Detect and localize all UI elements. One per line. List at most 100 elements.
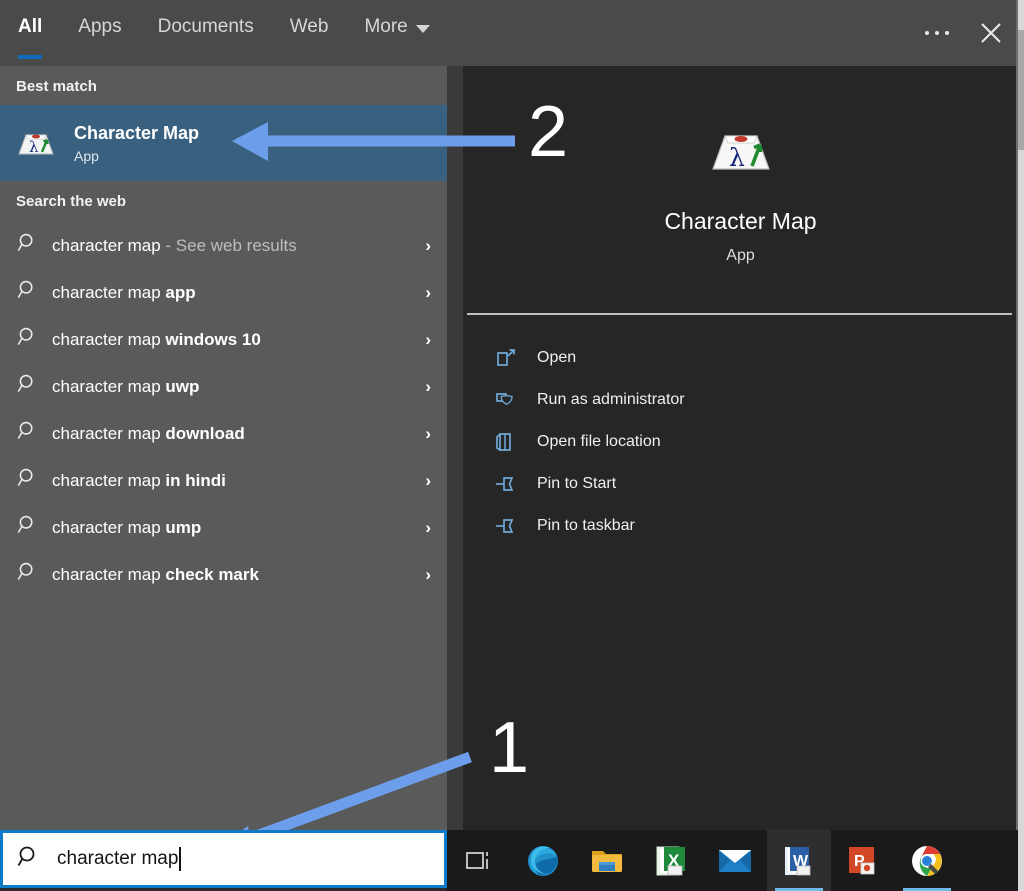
best-match-result-character-map[interactable]: λ Character Map App: [0, 105, 447, 181]
more-options-button[interactable]: [910, 8, 964, 58]
search-input-value: character map: [57, 848, 179, 869]
tab-web[interactable]: Web: [272, 0, 347, 66]
web-suggestion-item[interactable]: character map in hindi ›: [0, 457, 447, 504]
suggestion-query-text: character map: [52, 470, 166, 490]
character-map-app-icon: λ: [14, 121, 58, 165]
chevron-down-icon: [415, 25, 430, 33]
taskbar-item-microsoft-word[interactable]: W: [767, 830, 831, 891]
tab-more-label: More: [364, 16, 408, 37]
preview-app-name: Character Map: [664, 208, 817, 234]
chevron-right-icon[interactable]: ›: [425, 565, 431, 585]
web-suggestion-item[interactable]: character map app ›: [0, 269, 447, 316]
web-suggestion-label: character map check mark: [52, 565, 259, 585]
task-view-icon: [466, 851, 488, 869]
search-icon: [16, 232, 40, 259]
taskbar-search-box[interactable]: character map: [0, 830, 447, 888]
app-action-label: Open file location: [537, 433, 661, 450]
search-icon: [16, 373, 40, 400]
tab-all[interactable]: All: [0, 0, 60, 66]
web-suggestion-item[interactable]: character map uwp ›: [0, 363, 447, 410]
folder-location-icon: [495, 431, 517, 453]
chevron-right-icon[interactable]: ›: [425, 377, 431, 397]
microsoft-excel-icon: X: [656, 846, 685, 875]
search-results-panel: Best match λ Character Map App Search th…: [0, 66, 447, 830]
suggestion-completion-text: windows 10: [165, 329, 261, 349]
suggestion-query-text: character map: [52, 235, 161, 255]
app-action-run-as-administrator[interactable]: Run as administrator: [463, 379, 1018, 421]
window-scrollbar[interactable]: [1018, 0, 1024, 891]
tab-active-underline: [18, 55, 43, 59]
web-suggestion-item[interactable]: character map - See web results ›: [0, 222, 447, 269]
chevron-right-icon[interactable]: ›: [425, 471, 431, 491]
tab-apps[interactable]: Apps: [60, 0, 139, 66]
web-suggestion-item[interactable]: character map check mark ›: [0, 551, 447, 598]
suggestion-completion-text: check mark: [165, 564, 259, 584]
web-suggestion-item[interactable]: character map ump ›: [0, 504, 447, 551]
google-chrome-icon: [912, 845, 942, 876]
suggestion-completion-text: download: [165, 423, 245, 443]
suggestion-completion-text: in hindi: [165, 470, 226, 490]
mail-icon: [719, 849, 751, 872]
best-match-title: Character Map: [74, 122, 200, 143]
web-suggestion-label: character map - See web results: [52, 236, 297, 256]
chevron-right-icon[interactable]: ›: [425, 283, 431, 303]
window-controls: [910, 0, 1018, 66]
tab-more[interactable]: More: [346, 0, 447, 66]
best-match-header: Best match: [16, 78, 97, 95]
suggestion-completion-text: uwp: [165, 376, 200, 396]
panel-divider: [447, 66, 463, 830]
app-action-open-file-location[interactable]: Open file location: [463, 421, 1018, 463]
web-suggestion-label: character map ump: [52, 518, 201, 538]
web-suggestion-item[interactable]: character map windows 10 ›: [0, 316, 447, 363]
suggestion-query-text: character map: [52, 517, 166, 537]
taskbar-item-microsoft-excel[interactable]: X: [639, 830, 703, 891]
taskbar-item-mail[interactable]: [703, 830, 767, 891]
svg-text:λ: λ: [729, 143, 745, 172]
tab-web-label: Web: [289, 16, 329, 37]
taskbar-item-file-explorer[interactable]: [575, 830, 639, 891]
search-icon: [17, 845, 43, 874]
close-button[interactable]: [964, 8, 1018, 58]
chevron-right-icon[interactable]: ›: [425, 518, 431, 538]
suggestion-completion-text: - See web results: [160, 235, 297, 255]
svg-text:λ: λ: [29, 138, 39, 156]
microsoft-edge-icon: [528, 845, 558, 876]
pin-icon: [495, 515, 517, 537]
taskbar-item-microsoft-edge[interactable]: [511, 830, 575, 891]
best-match-subtitle: App: [74, 148, 99, 165]
text-cursor: [179, 847, 182, 871]
character-map-app-icon: λ: [705, 114, 777, 186]
chevron-right-icon[interactable]: ›: [425, 424, 431, 444]
app-action-label: Pin to taskbar: [537, 517, 635, 534]
annotation-step-2: 2: [528, 92, 569, 172]
suggestion-query-text: character map: [52, 282, 166, 302]
app-action-label: Open: [537, 349, 577, 366]
app-action-pin-to-start[interactable]: Pin to Start: [463, 463, 1018, 505]
web-suggestion-label: character map in hindi: [52, 471, 226, 491]
scrollbar-thumb[interactable]: [1018, 30, 1024, 150]
pin-icon: [495, 473, 517, 495]
microsoft-word-icon: W: [785, 846, 811, 875]
app-action-open[interactable]: Open: [463, 337, 1018, 379]
search-icon: [16, 467, 40, 494]
search-icon: [16, 420, 40, 447]
search-input[interactable]: character map: [57, 847, 182, 871]
chevron-right-icon[interactable]: ›: [425, 236, 431, 256]
shield-admin-icon: [495, 389, 517, 411]
tab-documents[interactable]: Documents: [140, 0, 272, 66]
web-suggestion-item[interactable]: character map download ›: [0, 410, 447, 457]
app-action-pin-to-taskbar[interactable]: Pin to taskbar: [463, 505, 1018, 547]
taskbar-item-google-chrome[interactable]: [895, 830, 959, 891]
tab-all-label: All: [18, 16, 43, 37]
web-suggestion-label: character map uwp: [52, 377, 199, 397]
search-icon: [16, 326, 40, 353]
search-icon: [16, 514, 40, 541]
search-filter-tabbar: All Apps Documents Web More: [0, 0, 1018, 66]
suggestion-query-text: character map: [52, 329, 166, 349]
chevron-right-icon[interactable]: ›: [425, 330, 431, 350]
taskbar-item-task-view[interactable]: [447, 830, 511, 891]
taskbar-item-microsoft-powerpoint[interactable]: P: [831, 830, 895, 891]
open-window-icon: [495, 347, 517, 369]
close-icon: [981, 23, 1001, 43]
web-suggestion-label: character map download: [52, 424, 245, 444]
